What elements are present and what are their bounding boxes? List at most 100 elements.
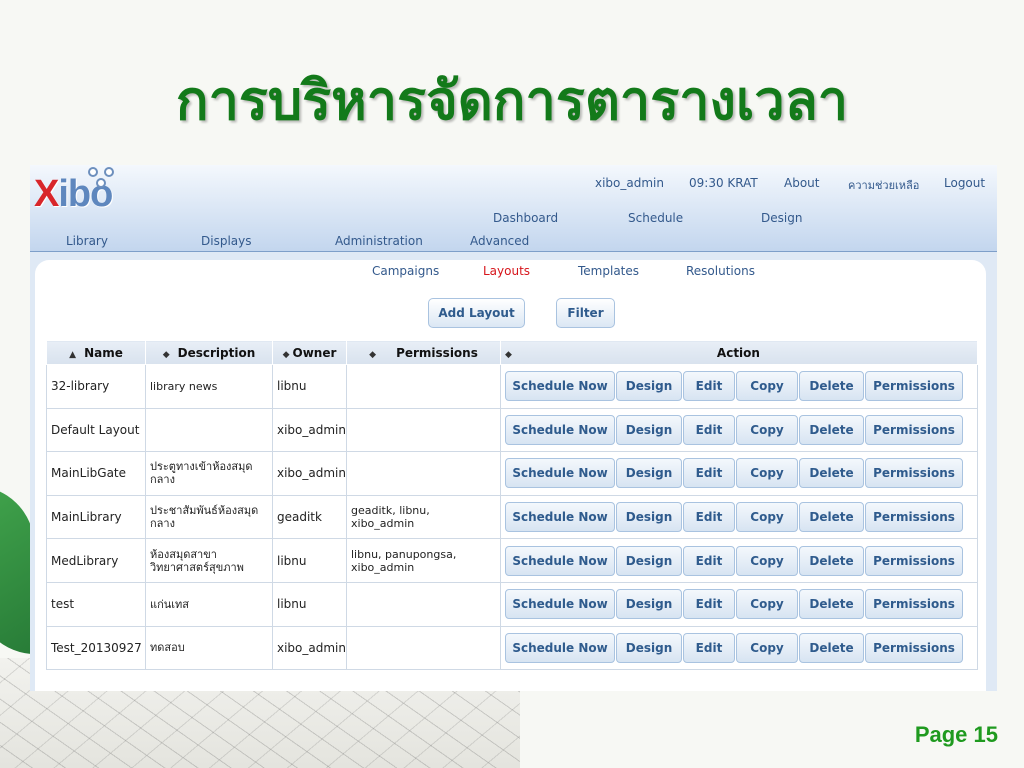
permissions-button[interactable]: Permissions xyxy=(865,371,963,402)
nav-dashboard[interactable]: Dashboard xyxy=(493,211,558,225)
copy-button[interactable]: Copy xyxy=(736,458,798,489)
edit-button[interactable]: Edit xyxy=(683,632,735,663)
sort-asc-icon: ▲ xyxy=(69,349,77,360)
layout-name: MedLibrary xyxy=(46,538,146,583)
copy-button[interactable]: Copy xyxy=(736,545,798,576)
copy-button[interactable]: Copy xyxy=(736,502,798,533)
delete-button[interactable]: Delete xyxy=(799,458,864,489)
row-actions: Schedule Now Design Edit Copy Delete Permissi… xyxy=(500,538,978,583)
design-button[interactable]: Design xyxy=(616,458,682,489)
slide-title: การบริหารจัดการตารางเวลา แสดงผล xyxy=(175,68,849,182)
edit-button[interactable]: Edit xyxy=(683,589,735,620)
delete-button[interactable]: Delete xyxy=(799,414,864,445)
schedule-now-button[interactable]: Schedule Now xyxy=(505,502,615,533)
design-button[interactable]: Design xyxy=(616,371,682,402)
copy-button[interactable]: Copy xyxy=(736,414,798,445)
nav-advanced[interactable]: Advanced xyxy=(470,234,529,248)
permissions-button[interactable]: Permissions xyxy=(865,545,963,576)
layout-name: Default Layout xyxy=(46,407,146,453)
schedule-now-button[interactable]: Schedule Now xyxy=(505,632,615,663)
about-link[interactable]: About xyxy=(784,176,819,190)
layout-owner: geaditk xyxy=(272,494,347,540)
current-user: xibo_admin xyxy=(595,176,664,190)
layout-permissions xyxy=(346,407,501,453)
permissions-button[interactable]: Permissions xyxy=(865,589,963,620)
row-actions: Schedule Now Design Edit Copy Delete Permissi… xyxy=(500,581,978,627)
layout-description: ประชาสัมพันธ์ห้องสมุดกลาง xyxy=(145,494,273,540)
delete-button[interactable]: Delete xyxy=(799,589,864,620)
header-description[interactable]: ◆ Description xyxy=(145,340,273,365)
edit-button[interactable]: Edit xyxy=(683,458,735,489)
schedule-now-button[interactable]: Schedule Now xyxy=(505,414,615,445)
sort-icon: ◆ xyxy=(282,349,290,360)
table-row: 32-library library news libnu Schedule Now D… xyxy=(46,364,978,409)
design-button[interactable]: Design xyxy=(616,589,682,620)
nav-library[interactable]: Library xyxy=(66,234,108,248)
header-permissions[interactable]: ◆ Permissions xyxy=(346,340,501,365)
edit-button[interactable]: Edit xyxy=(683,371,735,402)
schedule-now-button[interactable]: Schedule Now xyxy=(505,545,615,576)
table-row: Default Layout xibo_admin Schedule Now Desi… xyxy=(46,407,978,453)
layout-owner: libnu xyxy=(272,364,347,409)
row-actions: Schedule Now Design Edit Copy Delete Permissi… xyxy=(500,625,978,671)
tab-resolutions[interactable]: Resolutions xyxy=(686,264,755,278)
design-button[interactable]: Design xyxy=(616,414,682,445)
permissions-button[interactable]: Permissions xyxy=(865,502,963,533)
sort-icon: ◆ xyxy=(505,349,512,360)
layout-name: test xyxy=(46,581,146,627)
nav-design[interactable]: Design xyxy=(761,211,802,225)
layout-description: ห้องสมุดสาขาวิทยาศาสตร์สุขภาพ xyxy=(145,538,273,583)
schedule-now-button[interactable]: Schedule Now xyxy=(505,589,615,620)
tab-layouts[interactable]: Layouts xyxy=(483,264,530,278)
logout-link[interactable]: Logout xyxy=(944,176,985,190)
layout-name: MainLibrary xyxy=(46,494,146,540)
nav-schedule[interactable]: Schedule xyxy=(628,211,683,225)
copy-button[interactable]: Copy xyxy=(736,371,798,402)
copy-button[interactable]: Copy xyxy=(736,589,798,620)
table-row: Test_20130927 ทดสอบ xibo_admin Schedule Now… xyxy=(46,625,978,671)
row-actions: Schedule Now Design Edit Copy Delete Permissi… xyxy=(500,364,978,409)
schedule-now-button[interactable]: Schedule Now xyxy=(505,458,615,489)
row-actions: Schedule Now Design Edit Copy Delete Permissi… xyxy=(500,451,978,496)
layout-description xyxy=(145,407,273,453)
design-button[interactable]: Design xyxy=(616,545,682,576)
layout-name: 32-library xyxy=(46,364,146,409)
layout-name: Test_20130927 xyxy=(46,625,146,671)
design-button[interactable]: Design xyxy=(616,632,682,663)
schedule-now-button[interactable]: Schedule Now xyxy=(505,371,615,402)
layout-description: แก่นเทส xyxy=(145,581,273,627)
nav-administration[interactable]: Administration xyxy=(335,234,423,248)
edit-button[interactable]: Edit xyxy=(683,545,735,576)
top-bar: Xibo xibo_admin 09:30 KRAT About ความช่ว… xyxy=(30,165,997,252)
delete-button[interactable]: Delete xyxy=(799,545,864,576)
help-link[interactable]: ความช่วยเหลือ xyxy=(848,176,919,194)
permissions-button[interactable]: Permissions xyxy=(865,632,963,663)
header-name[interactable]: ▲ Name xyxy=(46,340,146,365)
sub-navigation: Campaigns Layouts Templates Resolutions xyxy=(35,264,986,286)
add-layout-button[interactable]: Add Layout xyxy=(428,298,525,328)
layout-permissions: geaditk, libnu, xibo_admin xyxy=(346,494,501,540)
permissions-button[interactable]: Permissions xyxy=(865,414,963,445)
layout-owner: xibo_admin xyxy=(272,451,347,496)
layouts-panel: Campaigns Layouts Templates Resolutions … xyxy=(35,260,986,691)
filter-button[interactable]: Filter xyxy=(556,298,615,328)
layout-description: ประตูทางเข้าห้องสมุดกลาง xyxy=(145,451,273,496)
delete-button[interactable]: Delete xyxy=(799,632,864,663)
permissions-button[interactable]: Permissions xyxy=(865,458,963,489)
copy-button[interactable]: Copy xyxy=(736,632,798,663)
nav-displays[interactable]: Displays xyxy=(201,234,251,248)
layout-permissions xyxy=(346,581,501,627)
edit-button[interactable]: Edit xyxy=(683,502,735,533)
design-button[interactable]: Design xyxy=(616,502,682,533)
header-owner[interactable]: ◆ Owner xyxy=(272,340,347,365)
header-action[interactable]: ◆ Action xyxy=(500,340,978,365)
edit-button[interactable]: Edit xyxy=(683,414,735,445)
table-row: MedLibrary ห้องสมุดสาขาวิทยาศาสตร์สุขภาพ l… xyxy=(46,538,978,583)
layout-description: library news xyxy=(145,364,273,409)
tab-templates[interactable]: Templates xyxy=(578,264,639,278)
delete-button[interactable]: Delete xyxy=(799,371,864,402)
tab-campaigns[interactable]: Campaigns xyxy=(372,264,439,278)
row-actions: Schedule Now Design Edit Copy Delete Permissi… xyxy=(500,407,978,453)
delete-button[interactable]: Delete xyxy=(799,502,864,533)
layout-permissions xyxy=(346,451,501,496)
